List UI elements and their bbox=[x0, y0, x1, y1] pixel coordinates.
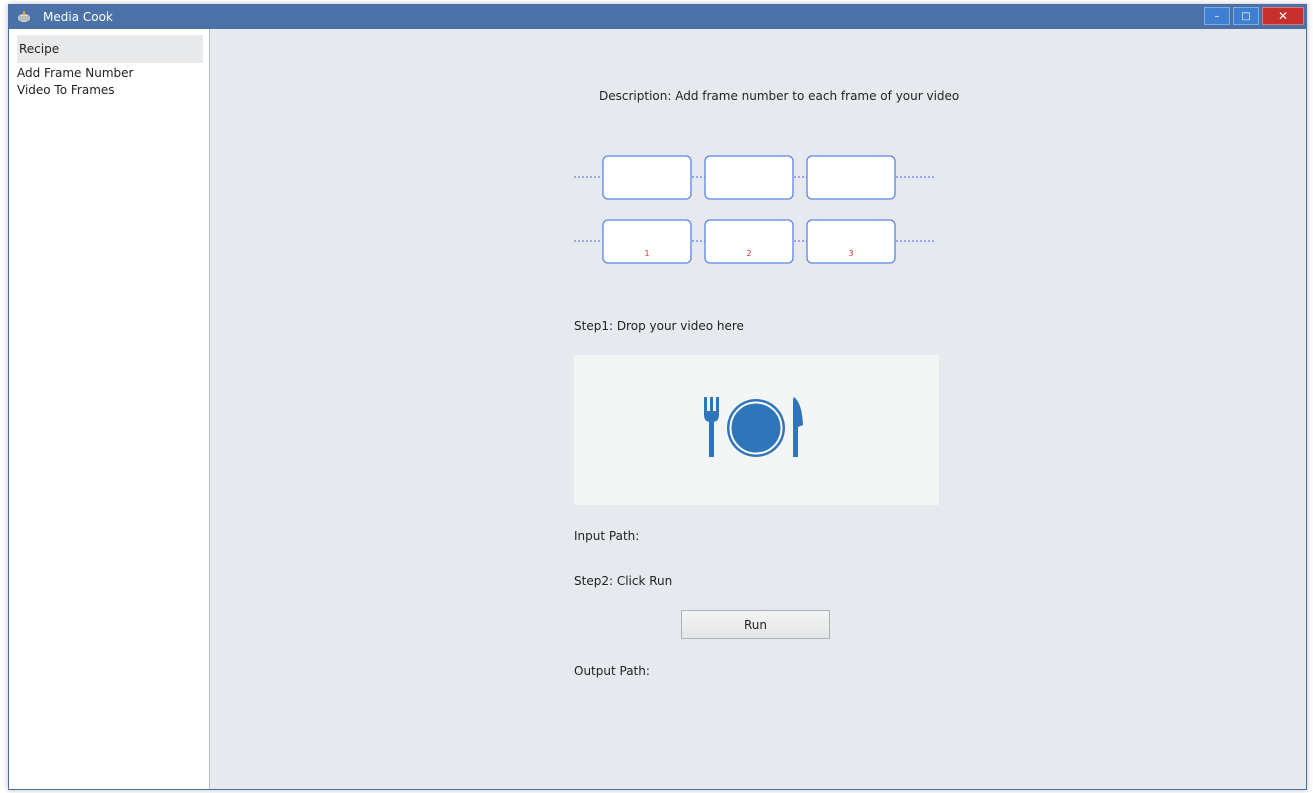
cooking-pot-icon bbox=[18, 11, 30, 22]
maximize-button[interactable]: □ bbox=[1233, 7, 1259, 25]
frame-box bbox=[806, 155, 896, 200]
minimize-button[interactable]: – bbox=[1204, 7, 1230, 25]
title-bar[interactable]: Media Cook – □ ✕ bbox=[9, 5, 1306, 29]
output-path-label: Output Path: bbox=[574, 664, 650, 678]
sidebar-item-add-frame-number[interactable]: Add Frame Number bbox=[17, 65, 203, 82]
recipe-description: Description: Add frame number to each fr… bbox=[599, 89, 960, 103]
step2-label: Step2: Click Run bbox=[574, 574, 673, 588]
frame-number-label: 2 bbox=[746, 249, 751, 258]
input-path-label: Input Path: bbox=[574, 529, 640, 543]
recipe-sidebar: Recipe Add Frame Number Video To Frames bbox=[9, 29, 210, 789]
frame-number-diagram: 1 2 3 bbox=[574, 155, 936, 264]
plate-fork-knife-icon bbox=[704, 397, 803, 457]
step1-label: Step1: Drop your video here bbox=[574, 319, 744, 333]
frame-box bbox=[602, 155, 692, 200]
close-button[interactable]: ✕ bbox=[1262, 7, 1304, 25]
app-window: Media Cook – □ ✕ Recipe Add Frame Number… bbox=[8, 4, 1307, 790]
run-button[interactable]: Run bbox=[681, 610, 830, 639]
frame-number-label: 1 bbox=[644, 249, 649, 258]
frame-number-label: 3 bbox=[848, 249, 853, 258]
recipe-list: Add Frame Number Video To Frames bbox=[17, 65, 203, 99]
main-panel: Description: Add frame number to each fr… bbox=[210, 29, 1306, 789]
window-title: Media Cook bbox=[43, 10, 113, 24]
video-drop-zone[interactable] bbox=[574, 355, 939, 505]
sidebar-header[interactable]: Recipe bbox=[17, 35, 203, 63]
frame-box bbox=[704, 155, 794, 200]
sidebar-item-video-to-frames[interactable]: Video To Frames bbox=[17, 82, 203, 99]
